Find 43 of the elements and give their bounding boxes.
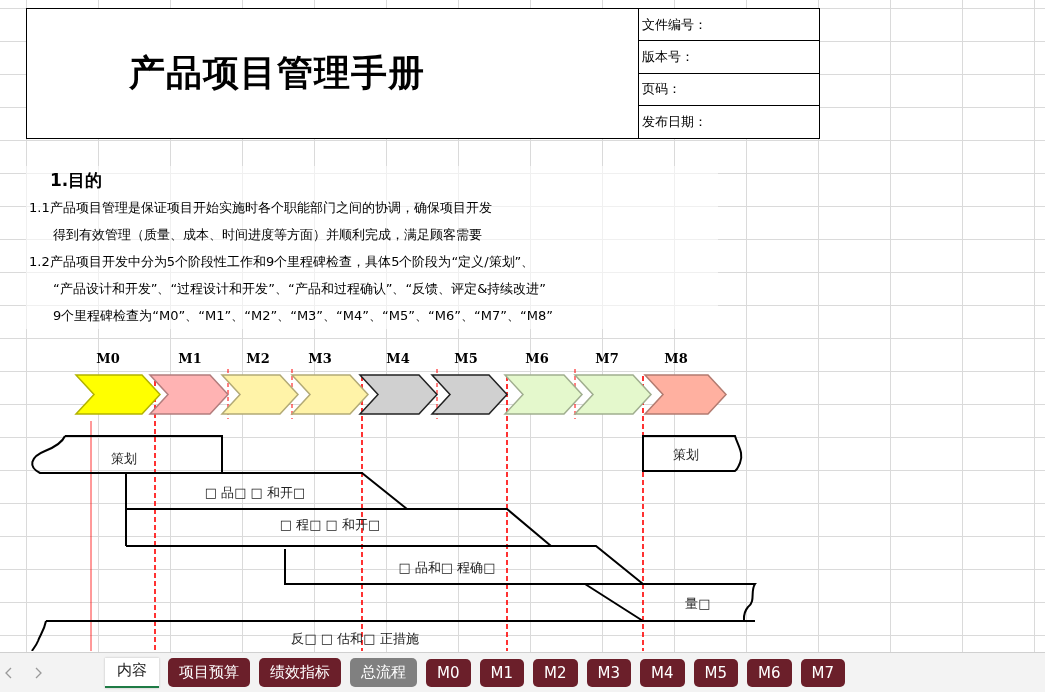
- field-label: 版本号：: [639, 41, 820, 74]
- phase-label: 策划: [111, 451, 137, 466]
- milestone-label: M2: [246, 351, 270, 366]
- phase-label: □ 品□ □ 和开□: [204, 485, 306, 500]
- sheet-tab[interactable]: M6: [747, 658, 792, 687]
- phase-label: □ 品和□ 程确□: [398, 560, 496, 575]
- sheet-tab[interactable]: M4: [640, 658, 685, 687]
- sheet-tab[interactable]: 绩效指标: [259, 658, 341, 687]
- section-heading: 1.目的: [49, 168, 104, 192]
- paragraph-line: 1.2产品项目开发中分为5个阶段性工作和9个里程碑检查，具体5个阶段为“定义/策划”、: [28, 252, 536, 271]
- document-title: 产品项目管理手册: [27, 9, 639, 138]
- milestone-label: M8: [664, 351, 688, 366]
- paragraph-line: 9个里程碑检查为“M0”、“M1”、“M2”、“M3”、“M4”、“M5”、“M6”、“M7”、“M8”: [52, 306, 554, 325]
- sheet-tab[interactable]: M1: [479, 658, 524, 687]
- milestone-line: [291, 368, 293, 420]
- phase-label: 量□: [685, 596, 711, 611]
- paragraph-line: 1.1产品项目管理是保证项目开始实施时各个职能部门之间的协调，确保项目开发: [28, 198, 493, 217]
- milestone-label: M7: [595, 351, 619, 366]
- phase-label: 策划: [673, 447, 699, 462]
- phase-label: 反□ □ 估和□ 正措施: [291, 631, 419, 646]
- milestone-label: M1: [178, 351, 202, 366]
- sheet-tab[interactable]: 总流程: [350, 658, 417, 687]
- sheet-tab[interactable]: M2: [533, 658, 578, 687]
- sheet-tab[interactable]: M0: [426, 658, 471, 687]
- milestone-label: M3: [308, 351, 332, 366]
- sheet-tab[interactable]: M7: [800, 658, 845, 687]
- field-label: 文件编号：: [639, 9, 820, 42]
- sheet-tab[interactable]: M5: [693, 658, 738, 687]
- field-label: 页码：: [639, 73, 820, 106]
- paragraph-line: 得到有效管理（质量、成本、时间进度等方面）并顺利完成，满足顾客需要: [52, 225, 483, 244]
- field-label: 发布日期：: [641, 112, 708, 131]
- milestone-line: [574, 368, 576, 420]
- sheet-tab[interactable]: 内容: [105, 657, 159, 688]
- milestone-line: [436, 368, 438, 420]
- phase-label: □ 程□ □ 和开□: [279, 517, 381, 532]
- sheet-tab[interactable]: M3: [586, 658, 631, 687]
- milestone-label: M4: [386, 351, 410, 366]
- paragraph-line: “产品设计和开发”、“过程设计和开发”、“产品和过程确认”、“反馈、评定&持续改进”: [52, 279, 548, 298]
- milestone-label: M6: [525, 351, 549, 366]
- milestone-label: M0: [96, 351, 120, 366]
- sheet-tab[interactable]: 项目预算: [168, 658, 250, 687]
- milestone-label: M5: [454, 351, 478, 366]
- milestone-line: [227, 368, 229, 420]
